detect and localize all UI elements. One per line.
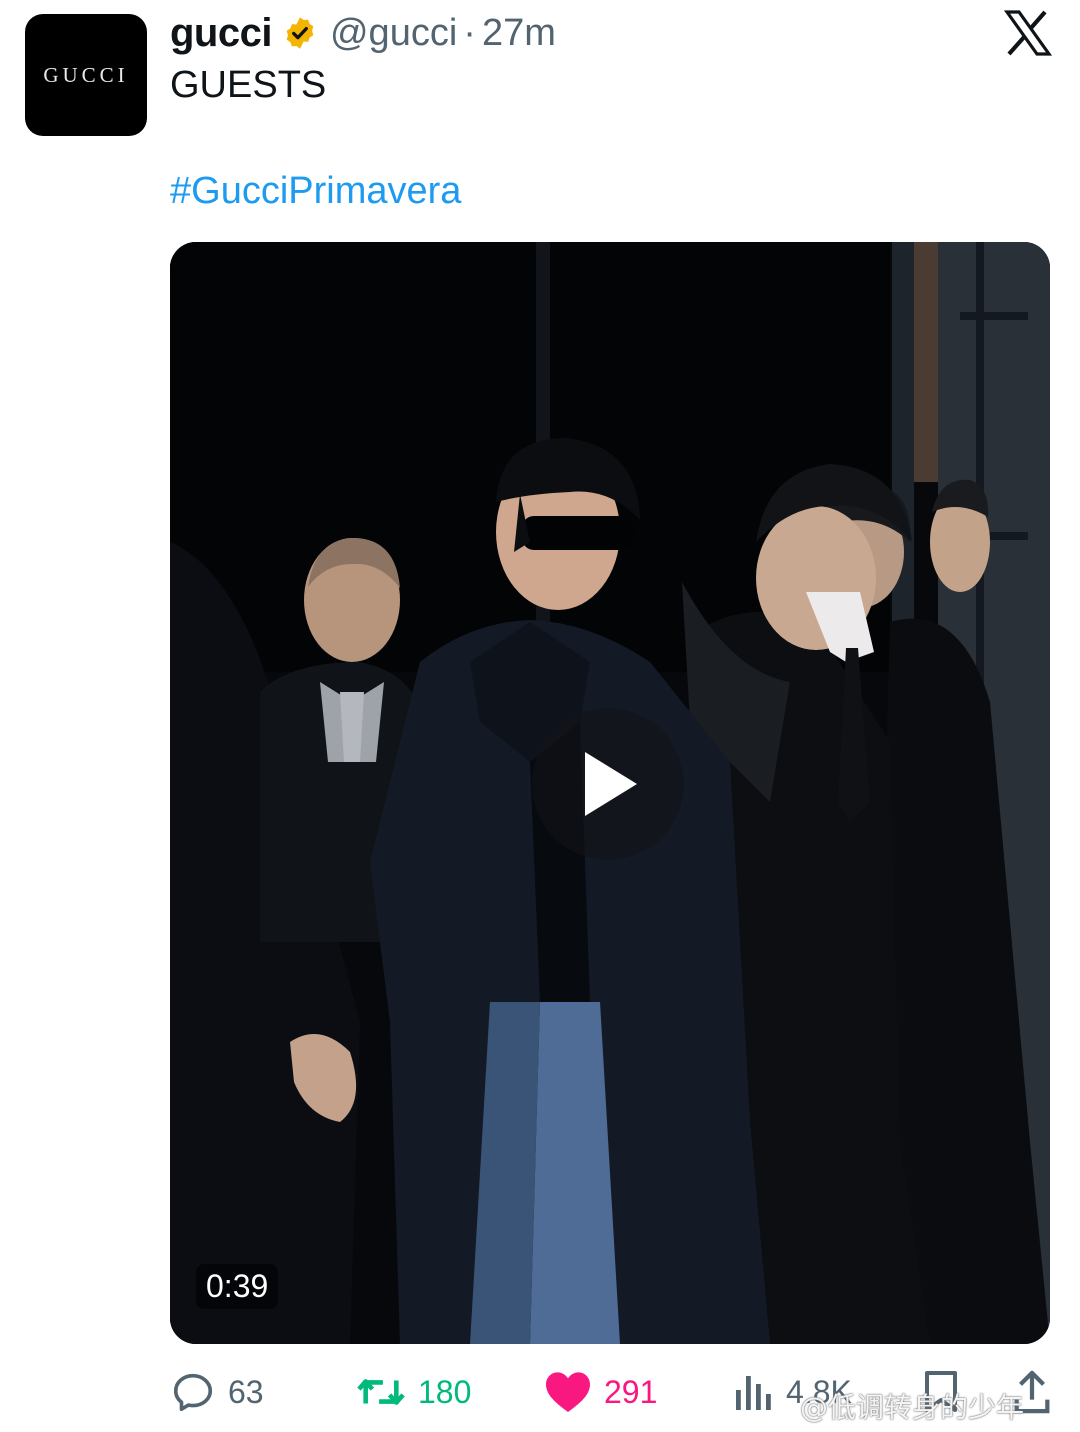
display-name[interactable]: gucci [170, 11, 272, 56]
x-logo-icon [1004, 10, 1052, 56]
views-icon [736, 1376, 771, 1410]
verified-badge-icon [282, 15, 318, 51]
reply-icon [173, 1373, 213, 1412]
retweet-button[interactable]: 180 [356, 1364, 471, 1420]
account-handle[interactable]: @gucci [330, 12, 457, 55]
video-duration: 0:39 [196, 1264, 279, 1309]
like-button[interactable]: 291 [544, 1364, 657, 1420]
hashtag-link[interactable]: #GucciPrimavera [170, 170, 461, 213]
account-avatar[interactable]: GUCCI [25, 14, 147, 136]
post-timestamp[interactable]: 27m [482, 12, 556, 55]
tweet-header: gucci @gucci · 27m [170, 8, 556, 58]
play-button[interactable] [532, 708, 684, 860]
video-player[interactable]: 0:39 [170, 242, 1050, 1344]
play-icon [585, 752, 637, 816]
like-count: 291 [604, 1373, 658, 1410]
meta-separator: · [463, 11, 476, 54]
retweet-count: 180 [418, 1373, 472, 1410]
reply-button[interactable]: 63 [170, 1364, 264, 1420]
watermark-text: @低调转身的少年 [800, 1391, 1025, 1424]
heart-icon [546, 1372, 590, 1412]
reply-count: 63 [228, 1373, 264, 1410]
tweet-text: GUESTS [170, 64, 327, 106]
avatar-logo-text: GUCCI [43, 62, 129, 87]
retweet-icon [357, 1379, 405, 1405]
